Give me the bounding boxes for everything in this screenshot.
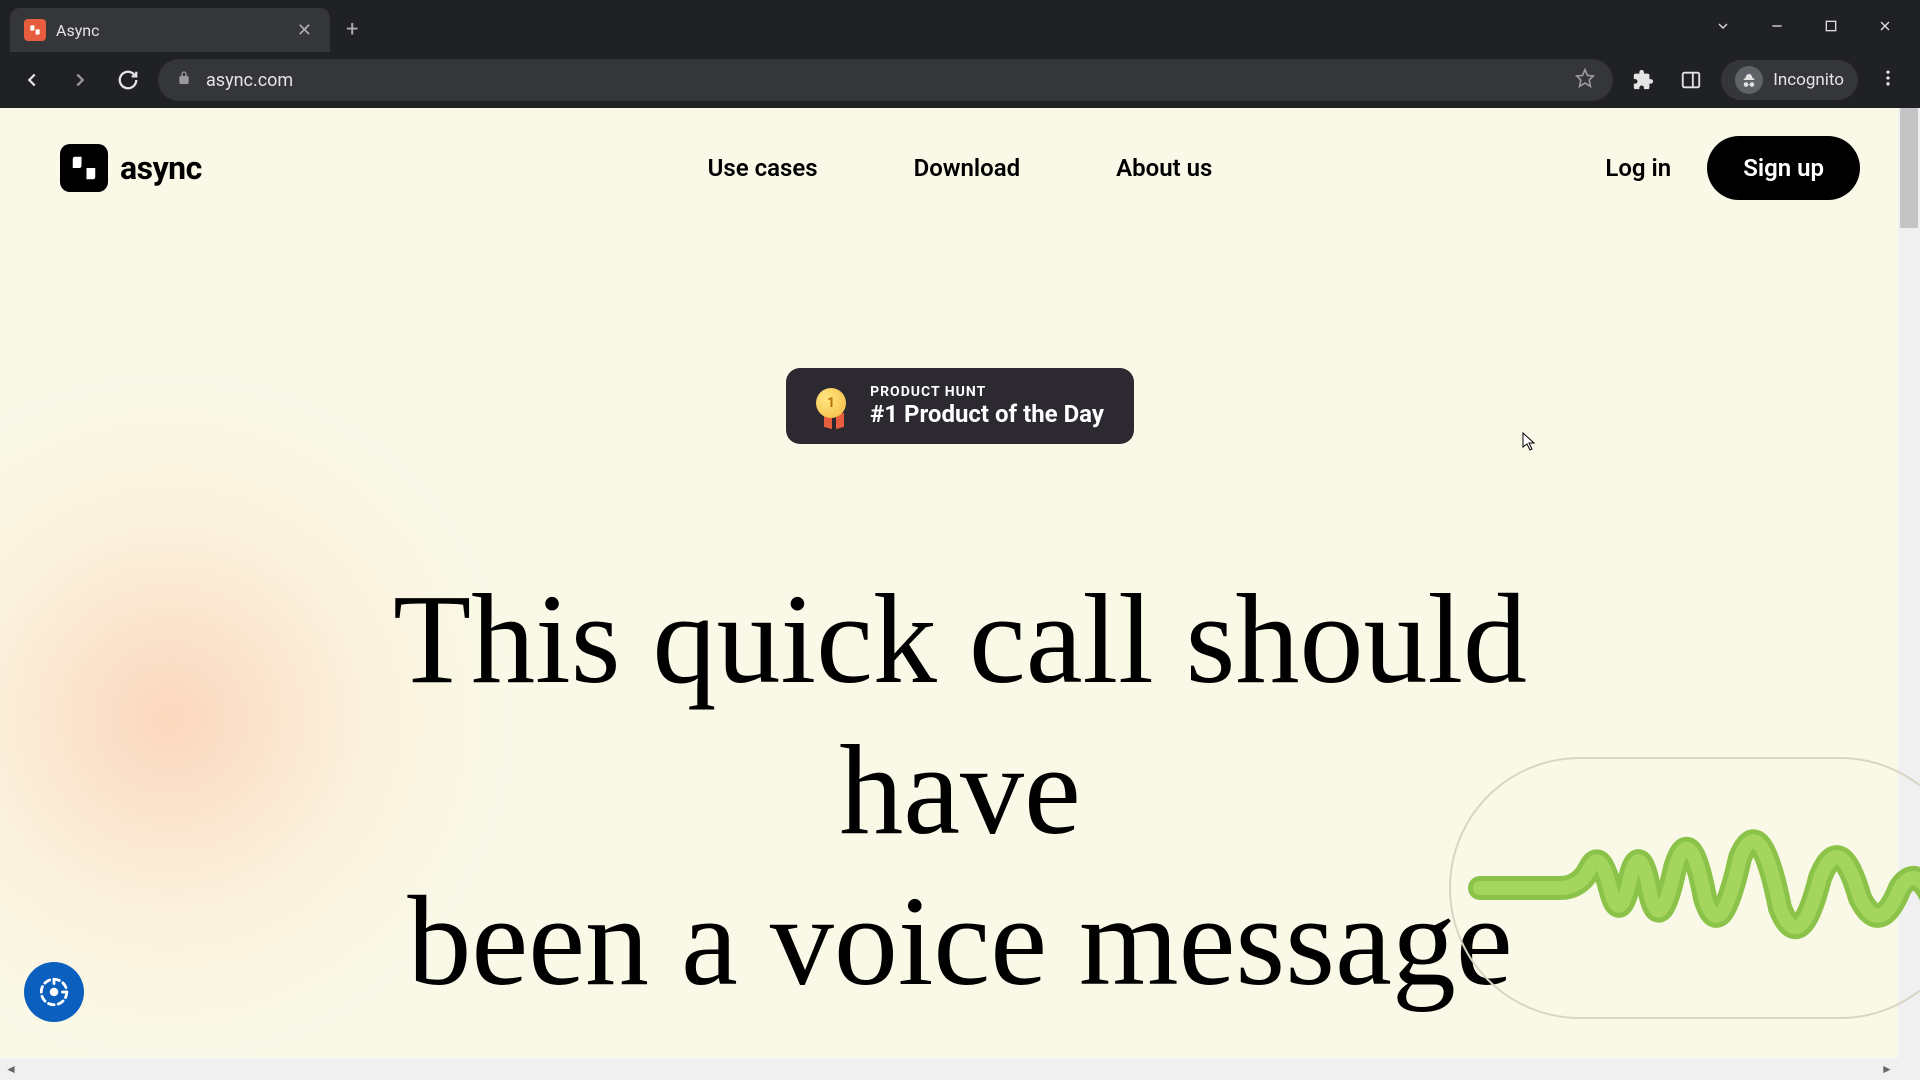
logo-mark-icon (60, 144, 108, 192)
back-button[interactable] (14, 62, 50, 98)
reload-button[interactable] (110, 62, 146, 98)
bookmark-star-icon[interactable] (1575, 68, 1595, 92)
incognito-icon (1735, 66, 1763, 94)
close-tab-button[interactable]: ✕ (293, 20, 316, 41)
url-field[interactable]: async.com (158, 59, 1613, 101)
nav-links: Use cases Download About us (708, 154, 1213, 182)
waveform-bubble-icon (1440, 748, 1920, 1028)
hero-subtitle: Free up your calendar with voice message… (545, 1071, 1375, 1080)
address-bar: async.com Incognito (0, 52, 1920, 108)
badge-title: #1 Product of the Day (870, 400, 1104, 428)
browser-chrome: Async ✕ + (0, 0, 1920, 108)
browser-tab[interactable]: Async ✕ (10, 8, 330, 52)
favicon-icon (24, 19, 46, 41)
tab-bar: Async ✕ + (0, 0, 1920, 52)
tabs-dropdown-icon[interactable] (1708, 11, 1738, 41)
medal-icon: 1 (816, 388, 852, 424)
incognito-indicator[interactable]: Incognito (1721, 60, 1858, 100)
lock-icon (176, 70, 192, 90)
hero-title-line2: been a voice message (407, 870, 1512, 1012)
side-panel-icon[interactable] (1673, 62, 1709, 98)
badge-text: PRODUCT HUNT #1 Product of the Day (870, 384, 1104, 428)
hero-title: This quick call should have been a voice… (310, 564, 1610, 1017)
login-button[interactable]: Log in (1605, 154, 1671, 182)
forward-button[interactable] (62, 62, 98, 98)
logo-text: async (120, 149, 202, 187)
hero-title-line1: This quick call should have (393, 568, 1527, 861)
maximize-button[interactable] (1816, 11, 1846, 41)
page-content: async Use cases Download About us Log in… (0, 108, 1920, 1080)
site-navbar: async Use cases Download About us Log in… (0, 108, 1920, 228)
auth-buttons: Log in Sign up (1605, 136, 1860, 200)
nav-link-use-cases[interactable]: Use cases (708, 154, 818, 182)
url-text: async.com (206, 70, 293, 91)
menu-button[interactable] (1870, 68, 1906, 92)
new-tab-button[interactable]: + (330, 17, 374, 42)
product-hunt-badge[interactable]: 1 PRODUCT HUNT #1 Product of the Day (786, 368, 1134, 444)
close-window-button[interactable] (1870, 11, 1900, 41)
nav-link-about[interactable]: About us (1116, 154, 1212, 182)
extensions-icon[interactable] (1625, 62, 1661, 98)
incognito-label: Incognito (1773, 70, 1844, 90)
signup-button[interactable]: Sign up (1707, 136, 1860, 200)
tab-title: Async (56, 21, 283, 40)
window-controls (1708, 11, 1920, 41)
accessibility-fab[interactable] (24, 962, 84, 1022)
logo[interactable]: async (60, 144, 202, 192)
minimize-button[interactable] (1762, 11, 1792, 41)
badge-label: PRODUCT HUNT (870, 384, 1104, 400)
nav-link-download[interactable]: Download (914, 154, 1021, 182)
